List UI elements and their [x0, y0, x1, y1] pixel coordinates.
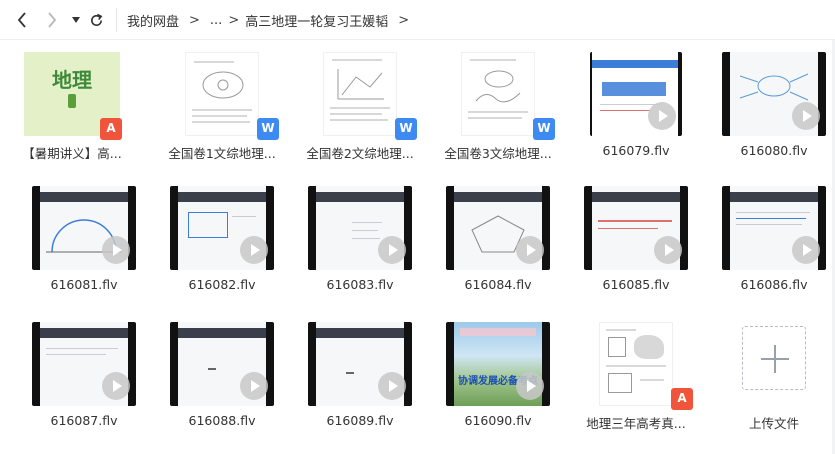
chevron-right-icon	[48, 12, 57, 28]
file-thumbnail: 协调发展必备考点	[446, 322, 550, 406]
file-name: 616084.flv	[464, 277, 532, 292]
play-icon	[378, 372, 406, 400]
play-icon	[102, 372, 130, 400]
breadcrumb-separator: >	[398, 13, 410, 28]
play-icon	[648, 102, 676, 130]
file-thumbnail: W	[443, 52, 555, 140]
file-thumbnail: A	[581, 322, 693, 410]
file-item[interactable]: W 全国卷3文综地理...	[429, 40, 567, 161]
file-name: 616085.flv	[602, 277, 670, 292]
breadcrumb-separator: >	[228, 13, 240, 28]
file-thumbnail	[170, 186, 274, 270]
file-item[interactable]: 协调发展必备考点 616090.flv	[429, 310, 567, 430]
file-item[interactable]: 616083.flv	[291, 174, 429, 294]
play-icon	[240, 372, 268, 400]
pdf-icon: A	[671, 388, 693, 410]
file-item[interactable]: W 全国卷1文综地理...	[153, 40, 291, 161]
play-icon	[102, 236, 130, 264]
breadcrumb: 我的网盘 > ... > 高三地理一轮复习王媛韬 >	[127, 11, 419, 30]
file-thumbnail	[590, 52, 682, 136]
breadcrumb-ellipsis[interactable]: ...	[210, 13, 222, 28]
play-icon	[792, 236, 820, 264]
file-name: 地理三年高考真...	[586, 416, 686, 431]
file-name: 全国卷3文综地理...	[444, 146, 552, 161]
file-item[interactable]: 616086.flv	[705, 174, 835, 294]
file-item[interactable]: 616081.flv	[15, 174, 153, 294]
play-icon	[792, 102, 820, 130]
play-icon	[516, 372, 544, 400]
file-name: 616082.flv	[188, 277, 256, 292]
caret-down-icon	[72, 17, 80, 23]
file-name: 616086.flv	[740, 277, 808, 292]
file-item[interactable]: 616085.flv	[567, 174, 705, 294]
file-name: 【暑期讲义】高...	[22, 146, 122, 161]
refresh-icon	[90, 13, 102, 26]
cover-figure	[68, 94, 76, 108]
divider	[116, 8, 117, 32]
top-nav-bar: 我的网盘 > ... > 高三地理一轮复习王媛韬 >	[0, 0, 835, 40]
upload-item[interactable]: 上传文件	[705, 310, 835, 431]
play-icon	[516, 236, 544, 264]
file-thumbnail	[584, 186, 688, 270]
file-name: 616083.flv	[326, 277, 394, 292]
file-thumbnail	[722, 52, 826, 136]
file-thumbnail: W	[167, 52, 279, 140]
file-thumbnail	[32, 186, 136, 270]
file-item[interactable]: 616089.flv	[291, 310, 429, 430]
file-item[interactable]: 616082.flv	[153, 174, 291, 294]
file-item[interactable]: 地理 A 【暑期讲义】高...	[3, 40, 141, 161]
file-thumbnail: 地理 A	[24, 52, 122, 140]
word-icon: W	[257, 118, 279, 140]
file-thumbnail	[308, 322, 412, 406]
pdf-icon: A	[100, 118, 122, 140]
file-name: 全国卷2文综地理...	[306, 146, 414, 161]
file-name: 616089.flv	[326, 413, 394, 428]
breadcrumb-current[interactable]: 高三地理一轮复习王媛韬	[245, 11, 388, 30]
word-icon: W	[533, 118, 555, 140]
history-dropdown-button[interactable]	[66, 10, 86, 30]
forward-button[interactable]	[42, 10, 62, 30]
file-thumbnail	[722, 186, 826, 270]
file-name: 616080.flv	[740, 143, 808, 158]
file-item[interactable]: A 地理三年高考真...	[567, 310, 705, 431]
back-button[interactable]	[12, 10, 32, 30]
file-item[interactable]: 616088.flv	[153, 310, 291, 430]
play-icon	[240, 236, 268, 264]
file-grid: 地理 A 【暑期讲义】高... W 全国卷1文综地理... W 全国卷2文综地理…	[0, 40, 835, 454]
play-icon	[654, 236, 682, 264]
file-name: 616081.flv	[50, 277, 118, 292]
refresh-button[interactable]	[86, 10, 106, 30]
file-thumbnail	[32, 322, 136, 406]
chevron-left-icon	[17, 12, 26, 28]
upload-label: 上传文件	[748, 416, 799, 431]
file-item[interactable]: 616079.flv	[567, 40, 705, 160]
plus-icon[interactable]	[742, 326, 806, 390]
file-thumbnail	[308, 186, 412, 270]
file-thumbnail	[446, 186, 550, 270]
file-name: 616079.flv	[602, 143, 670, 158]
file-item[interactable]: 616087.flv	[15, 310, 153, 430]
file-name: 616088.flv	[188, 413, 256, 428]
file-thumbnail: W	[305, 52, 417, 140]
play-icon	[378, 236, 406, 264]
file-item[interactable]: W 全国卷2文综地理...	[291, 40, 429, 161]
file-item[interactable]: 616084.flv	[429, 174, 567, 294]
cover-title: 地理	[52, 68, 92, 92]
word-icon: W	[395, 118, 417, 140]
file-name: 616087.flv	[50, 413, 118, 428]
file-name: 全国卷1文综地理...	[168, 146, 276, 161]
file-thumbnail	[170, 322, 274, 406]
file-name: 616090.flv	[464, 413, 532, 428]
file-item[interactable]: 616080.flv	[705, 40, 835, 160]
breadcrumb-separator: >	[189, 13, 200, 28]
breadcrumb-root[interactable]: 我的网盘	[127, 11, 179, 30]
